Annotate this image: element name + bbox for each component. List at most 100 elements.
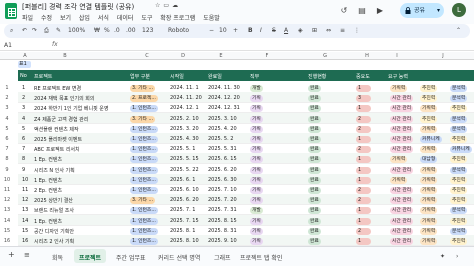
bold-button[interactable]: B xyxy=(248,27,253,34)
cell-skill-chip[interactable]: 추진력 xyxy=(420,115,438,123)
menu-insert[interactable]: 삽입 xyxy=(79,15,90,22)
row-number[interactable]: 7 xyxy=(0,146,14,152)
font-select[interactable]: Roboto xyxy=(168,27,189,34)
cell-type-chip[interactable]: 1. 인턴즈... xyxy=(130,125,158,133)
align-icon[interactable]: ≡ xyxy=(340,27,345,34)
cell-skill-chip[interactable]: 기획력 xyxy=(420,227,438,235)
cell-importance-chip[interactable]: 2 xyxy=(356,125,372,133)
cell-role-chip[interactable]: 기획 xyxy=(250,156,263,164)
cell-skill-chip[interactable]: 시간 관리 xyxy=(390,238,414,245)
header-skills[interactable]: 요구 능력 xyxy=(388,73,408,80)
cell-skill-chip[interactable]: 분석력 xyxy=(450,166,468,174)
cell-status-chip[interactable]: 완료 xyxy=(308,197,321,205)
all-sheets-button[interactable]: ≡ xyxy=(24,251,30,259)
cell-skill-chip[interactable]: 추진력 xyxy=(450,217,468,225)
row-number[interactable]: 4 xyxy=(0,116,14,122)
cell-status-chip[interactable]: 완료 xyxy=(308,115,321,123)
col-header-i[interactable]: I xyxy=(392,53,402,59)
cell-skill-chip[interactable]: 시간 관리 xyxy=(390,166,414,174)
cell-status-chip[interactable]: 완료 xyxy=(308,217,321,225)
menu-extensions[interactable]: 확장 프로그램 xyxy=(160,15,195,22)
cell-role-chip[interactable]: 기획 xyxy=(250,238,263,245)
cell-skill-chip[interactable]: 추진력 xyxy=(450,176,468,184)
sheet-tab-2[interactable]: 주간 업무표 xyxy=(116,253,146,262)
cell-role-chip[interactable]: 개발 xyxy=(250,207,263,215)
cell-role-chip[interactable]: 기획 xyxy=(250,197,263,205)
col-header-a[interactable]: A xyxy=(20,53,30,59)
col-header-g[interactable]: G xyxy=(320,53,330,59)
cell-skill-chip[interactable]: 기획력 xyxy=(390,85,408,92)
paint-format-icon[interactable]: ✎ xyxy=(56,27,61,34)
cell-type-chip[interactable]: 3. 기타 ... xyxy=(130,115,156,123)
move-icon[interactable]: ▭ xyxy=(163,2,172,9)
merge-icon[interactable]: ⇔ xyxy=(326,27,331,34)
cell-skill-chip[interactable]: 추진력 xyxy=(450,187,468,194)
cell-type-chip[interactable]: 1. 인턴즈... xyxy=(130,136,158,143)
zoom-select[interactable]: 100% xyxy=(68,27,85,34)
header-end[interactable]: 완료일 xyxy=(208,73,222,80)
cell-skill-chip[interactable]: 대납형 xyxy=(420,156,438,164)
cell-skill-chip[interactable]: 시간 관리 xyxy=(390,115,414,123)
number-format-button[interactable]: 123 xyxy=(142,27,153,34)
menu-data[interactable]: 데이터 xyxy=(117,15,134,22)
collapse-icon[interactable]: ⌃ xyxy=(456,27,461,34)
cell-skill-chip[interactable]: 시간 관리 xyxy=(390,95,414,103)
row-number[interactable]: 6 xyxy=(0,136,14,142)
row-number[interactable]: 5 xyxy=(0,126,14,132)
cell-importance-chip[interactable]: 1 xyxy=(356,217,372,225)
cell-skill-chip[interactable]: 기획력 xyxy=(420,207,438,215)
col-header-d[interactable]: D xyxy=(178,53,188,59)
cell-skill-chip[interactable]: 분석력 xyxy=(450,207,468,215)
cell-skill-chip[interactable]: 추진력 xyxy=(420,85,438,92)
cell-importance-chip[interactable]: 1 xyxy=(356,136,372,143)
table-group-button[interactable]: 표1 xyxy=(18,61,31,68)
cell-importance-chip[interactable]: 2 xyxy=(356,197,372,205)
header-importance[interactable]: 중요도 xyxy=(356,73,370,80)
row-number[interactable]: 15 xyxy=(0,228,14,234)
menu-file[interactable]: 파일 xyxy=(22,15,33,22)
row-number[interactable]: 16 xyxy=(0,238,14,244)
cell-role-chip[interactable]: 기획 xyxy=(250,187,263,194)
row-number[interactable]: 8 xyxy=(0,156,14,162)
history-icon[interactable]: ↺ xyxy=(338,5,350,17)
search-icon[interactable]: ⌕ xyxy=(10,27,13,35)
cell-role-chip[interactable]: 기획 xyxy=(250,227,263,235)
cell-role-chip[interactable]: 기획 xyxy=(250,136,263,143)
cell-skill-chip[interactable]: 기획력 xyxy=(420,176,438,184)
cell-skill-chip[interactable]: 커뮤니케 xyxy=(420,136,442,143)
row-number[interactable]: 11 xyxy=(0,187,14,193)
cell-skill-chip[interactable]: 기획력 xyxy=(420,125,438,133)
cell-type-chip[interactable]: 3. 기타 ... xyxy=(130,197,156,205)
cell-type-chip[interactable]: 2. 프로젝... xyxy=(130,95,158,103)
cell-skill-chip[interactable]: 추진력 xyxy=(450,238,468,245)
cell-type-chip[interactable]: 3. 기타 ... xyxy=(130,85,156,92)
cell-skill-chip[interactable]: 기획력 xyxy=(420,217,438,225)
cell-status-chip[interactable]: 완료 xyxy=(308,156,321,164)
header-start[interactable]: 시작일 xyxy=(170,73,184,80)
menu-help[interactable]: 도움말 xyxy=(203,15,220,22)
decrease-decimal-button[interactable]: .0 xyxy=(114,27,120,34)
row-number[interactable]: 14 xyxy=(0,218,14,224)
cell-skill-chip[interactable]: 추진력 xyxy=(420,95,438,103)
cell-type-chip[interactable]: 1. 인턴즈... xyxy=(130,176,158,184)
cell-skill-chip[interactable]: 기획력 xyxy=(390,156,408,164)
col-header-b[interactable]: B xyxy=(60,53,70,59)
header-type[interactable]: 업무 구분 xyxy=(130,73,150,80)
row-number[interactable]: 2 xyxy=(0,95,14,101)
cell-skill-chip[interactable]: 분석력 xyxy=(450,125,468,133)
cell-skill-chip[interactable]: 추진력 xyxy=(450,105,468,113)
header-project[interactable]: 프로젝트 xyxy=(34,73,52,80)
cell-skill-chip[interactable]: 추진력 xyxy=(450,136,468,143)
col-header-c[interactable]: C xyxy=(142,53,152,59)
cell-role-chip[interactable]: 기획 xyxy=(250,125,263,133)
cell-skill-chip[interactable]: 기획력 xyxy=(420,146,438,154)
cell-skill-chip[interactable]: 커뮤니케 xyxy=(450,146,472,154)
fill-color-icon[interactable]: ◈ xyxy=(298,27,303,34)
cell-status-chip[interactable]: 완료 xyxy=(308,227,321,235)
print-icon[interactable]: ⎙ xyxy=(44,27,49,35)
cell-skill-chip[interactable]: 기획력 xyxy=(420,238,438,245)
text-color-icon[interactable]: A xyxy=(284,27,288,34)
cloud-icon[interactable]: ☁ xyxy=(172,2,181,9)
font-size-input[interactable]: 10 xyxy=(219,27,227,34)
cell-skill-chip[interactable]: 기획력 xyxy=(420,166,438,174)
